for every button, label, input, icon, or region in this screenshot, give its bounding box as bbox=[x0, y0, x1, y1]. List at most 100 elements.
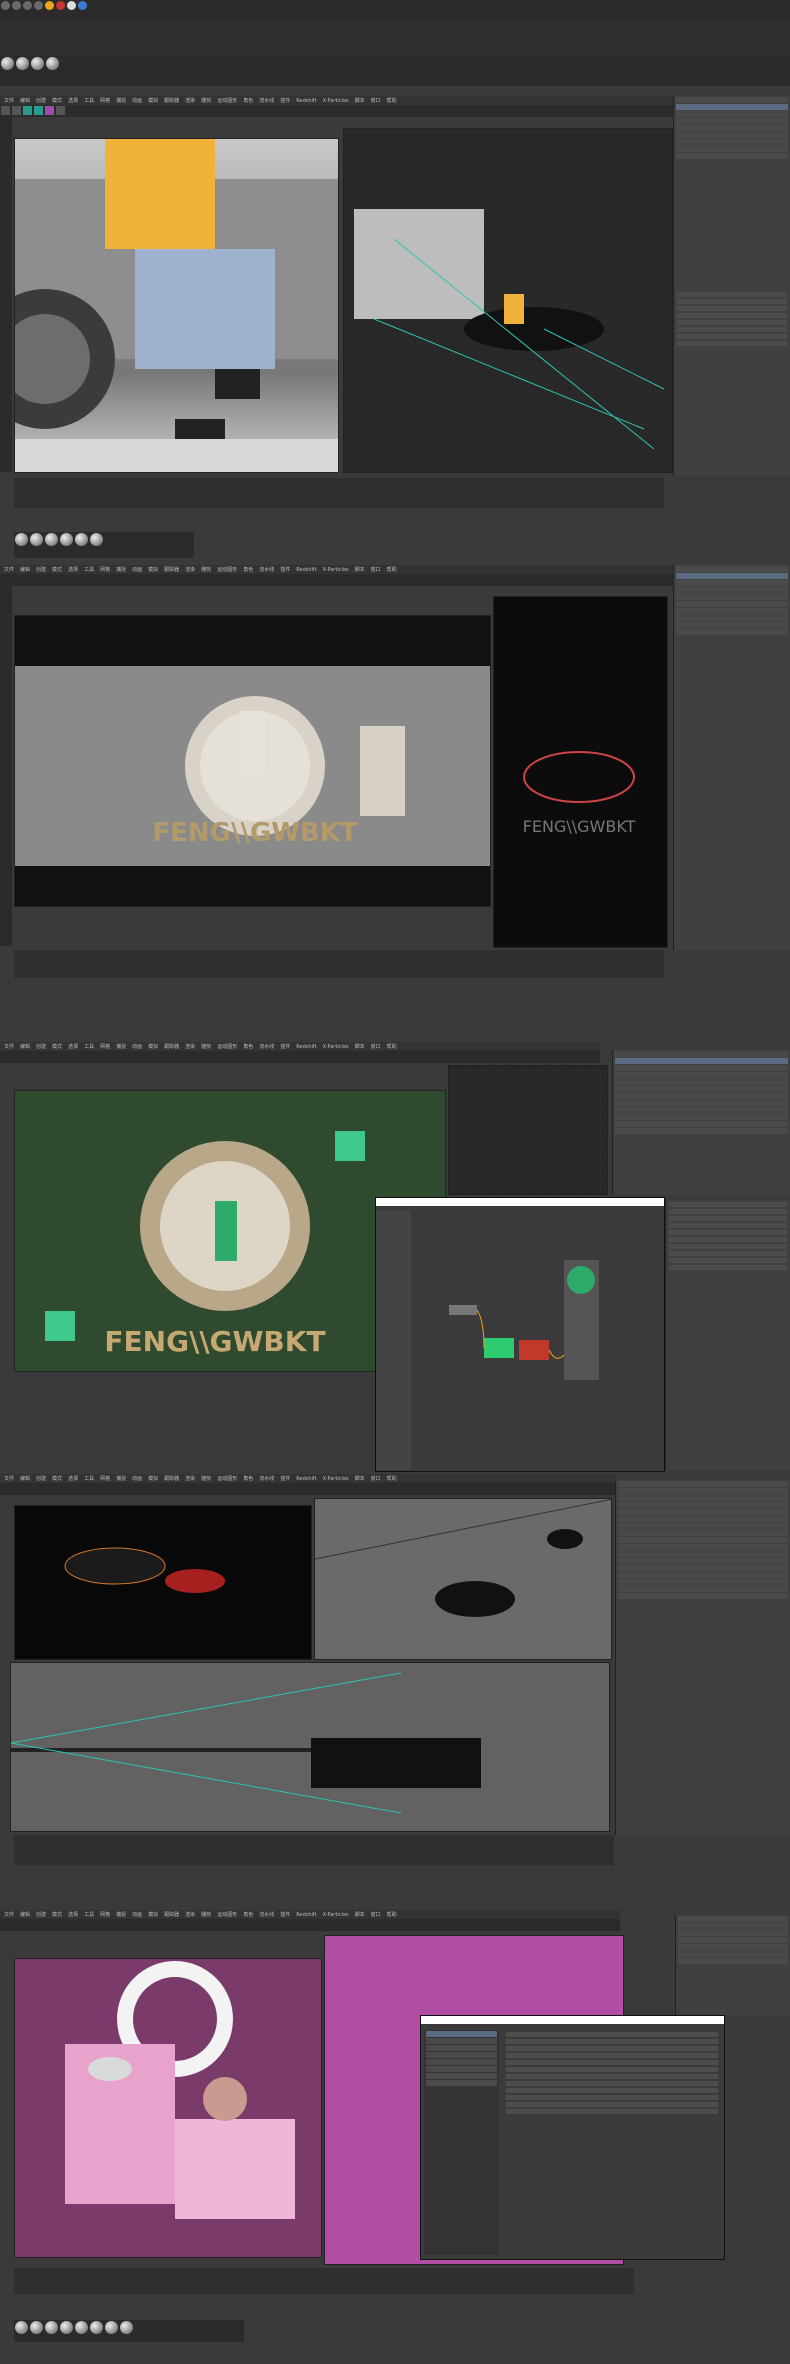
menu-item[interactable]: 插件 bbox=[280, 97, 290, 104]
menu-item[interactable]: X-Particles bbox=[323, 98, 349, 104]
menu-item[interactable]: 帮助 bbox=[387, 1475, 397, 1482]
s2-left-tools[interactable] bbox=[0, 586, 12, 946]
menu-item[interactable]: 窗口 bbox=[371, 1911, 381, 1918]
menu-item[interactable]: 流水线 bbox=[259, 1911, 274, 1918]
menu-item[interactable]: 动画 bbox=[132, 1475, 142, 1482]
menu-item[interactable]: 捕捉 bbox=[116, 1043, 126, 1050]
menu-item[interactable]: 编辑 bbox=[20, 566, 30, 573]
render-settings-window[interactable] bbox=[420, 2015, 725, 2260]
menu-item[interactable]: X-Particles bbox=[323, 567, 349, 573]
menu-item[interactable]: 工具 bbox=[84, 1475, 94, 1482]
menu-item[interactable]: 编辑 bbox=[20, 97, 30, 104]
menu-item[interactable]: 模拟 bbox=[148, 1043, 158, 1050]
menu-item[interactable]: 雕刻 bbox=[201, 1475, 211, 1482]
menu-item[interactable]: 雕刻 bbox=[201, 97, 211, 104]
light-icon[interactable] bbox=[45, 1, 54, 10]
menu-item[interactable]: 窗口 bbox=[371, 1475, 381, 1482]
menu-item[interactable]: 窗口 bbox=[371, 566, 381, 573]
render-settings-content[interactable] bbox=[503, 2030, 721, 2255]
menu-item[interactable]: 跟踪器 bbox=[164, 1043, 179, 1050]
menu-item[interactable]: 插件 bbox=[280, 566, 290, 573]
s4-render-viewport[interactable] bbox=[14, 1505, 312, 1660]
menu-item[interactable]: 脚本 bbox=[355, 1475, 365, 1482]
menu-item[interactable]: 捕捉 bbox=[116, 1475, 126, 1482]
menu-item[interactable]: 文件 bbox=[4, 1911, 14, 1918]
menu-item[interactable]: 流水线 bbox=[259, 97, 274, 104]
menu-item[interactable]: 角色 bbox=[243, 566, 253, 573]
menu-item[interactable]: 选择 bbox=[68, 1475, 78, 1482]
menu-item[interactable]: 渲染 bbox=[185, 566, 195, 573]
menu-item[interactable]: 模式 bbox=[52, 1043, 62, 1050]
node-editor-window[interactable] bbox=[375, 1197, 665, 1472]
menu-item[interactable]: 运动图形 bbox=[217, 1475, 237, 1482]
s2-bottom-timeline[interactable] bbox=[14, 950, 664, 978]
menu-item[interactable]: 流水线 bbox=[259, 1475, 274, 1482]
menu-item[interactable]: 插件 bbox=[280, 1043, 290, 1050]
menu-item[interactable]: 脚本 bbox=[355, 566, 365, 573]
menu-item[interactable]: 创建 bbox=[36, 1911, 46, 1918]
menu-item[interactable]: 动画 bbox=[132, 566, 142, 573]
menu-item[interactable]: 文件 bbox=[4, 97, 14, 104]
menu-item[interactable]: 渲染 bbox=[185, 1911, 195, 1918]
render-settings-list[interactable] bbox=[424, 2030, 499, 2255]
s4-front-viewport[interactable] bbox=[10, 1662, 610, 1832]
menu-item[interactable]: 雕刻 bbox=[201, 1911, 211, 1918]
menu-item[interactable]: 角色 bbox=[243, 1043, 253, 1050]
menu-item[interactable]: 网格 bbox=[100, 566, 110, 573]
menu-item[interactable]: 帮助 bbox=[387, 1043, 397, 1050]
menu-item[interactable]: Redshift bbox=[296, 567, 316, 573]
menu-item[interactable]: 创建 bbox=[36, 566, 46, 573]
s1-perspective-viewport[interactable] bbox=[343, 128, 673, 473]
s5-object-manager[interactable] bbox=[675, 1915, 790, 2015]
menu-item[interactable]: 文件 bbox=[4, 1043, 14, 1050]
node-list[interactable] bbox=[376, 1210, 411, 1470]
record-icon[interactable] bbox=[56, 1, 65, 10]
menu-item[interactable]: 动画 bbox=[132, 1043, 142, 1050]
s4-bottom-timeline[interactable] bbox=[14, 1835, 614, 1865]
menu-item[interactable]: 编辑 bbox=[20, 1911, 30, 1918]
menu-item[interactable]: 模拟 bbox=[148, 566, 158, 573]
menu-item[interactable]: 渲染 bbox=[185, 97, 195, 104]
menu-item[interactable]: 创建 bbox=[36, 1475, 46, 1482]
s1-bottom-timeline[interactable] bbox=[14, 478, 664, 508]
menu-item[interactable]: 编辑 bbox=[20, 1043, 30, 1050]
menu-item[interactable]: 模拟 bbox=[148, 1911, 158, 1918]
menu-item[interactable]: 模式 bbox=[52, 566, 62, 573]
menu-item[interactable]: X-Particles bbox=[323, 1476, 349, 1482]
menu-item[interactable]: 脚本 bbox=[355, 97, 365, 104]
menu-item[interactable]: 脚本 bbox=[355, 1043, 365, 1050]
menu-item[interactable]: 运动图形 bbox=[217, 1911, 237, 1918]
s2-perspective-viewport[interactable]: FENG\\GWBKT bbox=[493, 596, 668, 948]
menu-item[interactable]: Redshift bbox=[296, 1044, 316, 1050]
s2-object-manager[interactable] bbox=[673, 565, 790, 950]
menu-item[interactable]: 编辑 bbox=[20, 1475, 30, 1482]
menu-item[interactable]: 选择 bbox=[68, 1043, 78, 1050]
s1-left-tools[interactable] bbox=[0, 117, 12, 472]
menu-item[interactable]: 运动图形 bbox=[217, 97, 237, 104]
menu-item[interactable]: 渲染 bbox=[185, 1043, 195, 1050]
menu-item[interactable]: 角色 bbox=[243, 1475, 253, 1482]
menu-item[interactable]: 脚本 bbox=[355, 1911, 365, 1918]
menu-item[interactable]: 角色 bbox=[243, 97, 253, 104]
menu-item[interactable]: 动画 bbox=[132, 97, 142, 104]
menu-item[interactable]: 角色 bbox=[243, 1911, 253, 1918]
node-graph[interactable] bbox=[414, 1210, 664, 1470]
menu-item[interactable]: 帮助 bbox=[387, 1911, 397, 1918]
menu-item[interactable]: X-Particles bbox=[323, 1912, 349, 1918]
menu-item[interactable]: 捕捉 bbox=[116, 1911, 126, 1918]
menu-item[interactable]: Redshift bbox=[296, 98, 316, 104]
s1-timeline[interactable] bbox=[0, 20, 790, 56]
menu-item[interactable]: 网格 bbox=[100, 1475, 110, 1482]
menu-item[interactable]: 创建 bbox=[36, 1043, 46, 1050]
menu-item[interactable]: 模拟 bbox=[148, 97, 158, 104]
menu-item[interactable]: 帮助 bbox=[387, 97, 397, 104]
s3-attribute-manager[interactable] bbox=[665, 1200, 790, 1470]
menu-item[interactable]: 模式 bbox=[52, 1475, 62, 1482]
menu-item[interactable]: 跟踪器 bbox=[164, 97, 179, 104]
menu-item[interactable]: 跟踪器 bbox=[164, 1475, 179, 1482]
menu-item[interactable]: 选择 bbox=[68, 566, 78, 573]
menu-item[interactable]: 插件 bbox=[280, 1475, 290, 1482]
menu-item[interactable]: 捕捉 bbox=[116, 566, 126, 573]
menu-item[interactable]: X-Particles bbox=[323, 1044, 349, 1050]
menu-item[interactable]: 网格 bbox=[100, 1043, 110, 1050]
